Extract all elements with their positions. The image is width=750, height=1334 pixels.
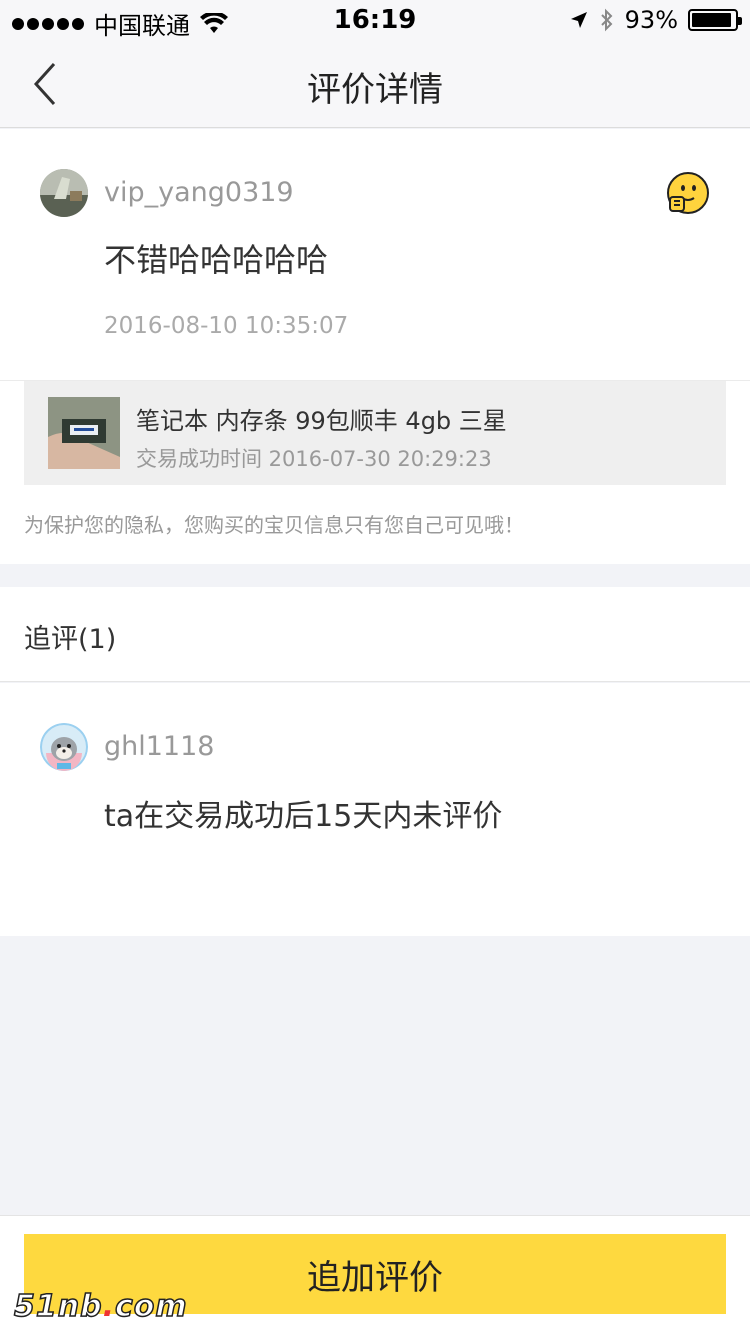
battery-icon	[688, 9, 742, 31]
watermark-text: 51nb	[13, 1288, 103, 1325]
product-info[interactable]: 笔记本 内存条 99包顺丰 4gb 三星 交易成功时间 2016-07-30 2…	[24, 381, 726, 485]
avatar[interactable]	[40, 169, 88, 217]
product-image	[48, 397, 120, 469]
page-title: 评价详情	[307, 70, 443, 110]
avatar-image	[40, 723, 88, 771]
followup-title: 追评(1)	[24, 624, 117, 655]
followup-username: ghl1118	[104, 731, 215, 762]
watermark-dot: .	[102, 1289, 115, 1324]
avatar-image	[40, 169, 88, 217]
privacy-note: 为保护您的隐私，您购买的宝贝信息只有您自己可见哦！	[24, 513, 524, 537]
reviewer-username: vip_yang0319	[104, 177, 294, 208]
review-timestamp: 2016-08-10 10:35:07	[104, 313, 349, 339]
battery-percent: 93%	[624, 6, 678, 34]
review-content: 不错哈哈哈哈哈	[104, 241, 329, 279]
review-card: vip_yang0319 不错哈哈哈哈哈 2016-08-10 10:35:07…	[0, 129, 750, 564]
followup-content: ta在交易成功后15天内未评价	[104, 799, 503, 834]
product-name: 笔记本 内存条 99包顺丰 4gb 三星	[136, 407, 507, 435]
followup-card: ghl1118 ta在交易成功后15天内未评价	[0, 683, 750, 936]
status-bar: 中国联通 16:19 93%	[0, 0, 750, 40]
product-thumbnail	[48, 397, 120, 469]
location-arrow-icon	[570, 12, 587, 28]
watermark-text: com	[114, 1288, 188, 1325]
watermark-logo: 51nb.com	[13, 1288, 188, 1325]
bluetooth-icon	[600, 8, 613, 32]
followup-header: 追评(1)	[0, 587, 750, 682]
nav-bar: 评价详情	[0, 40, 750, 128]
status-right: 93%	[569, 6, 742, 34]
battery-fill	[692, 13, 732, 27]
avatar[interactable]	[40, 723, 88, 771]
thumbs-up-smiley-icon	[667, 172, 709, 214]
product-deal-time: 交易成功时间 2016-07-30 20:29:23	[136, 447, 492, 471]
